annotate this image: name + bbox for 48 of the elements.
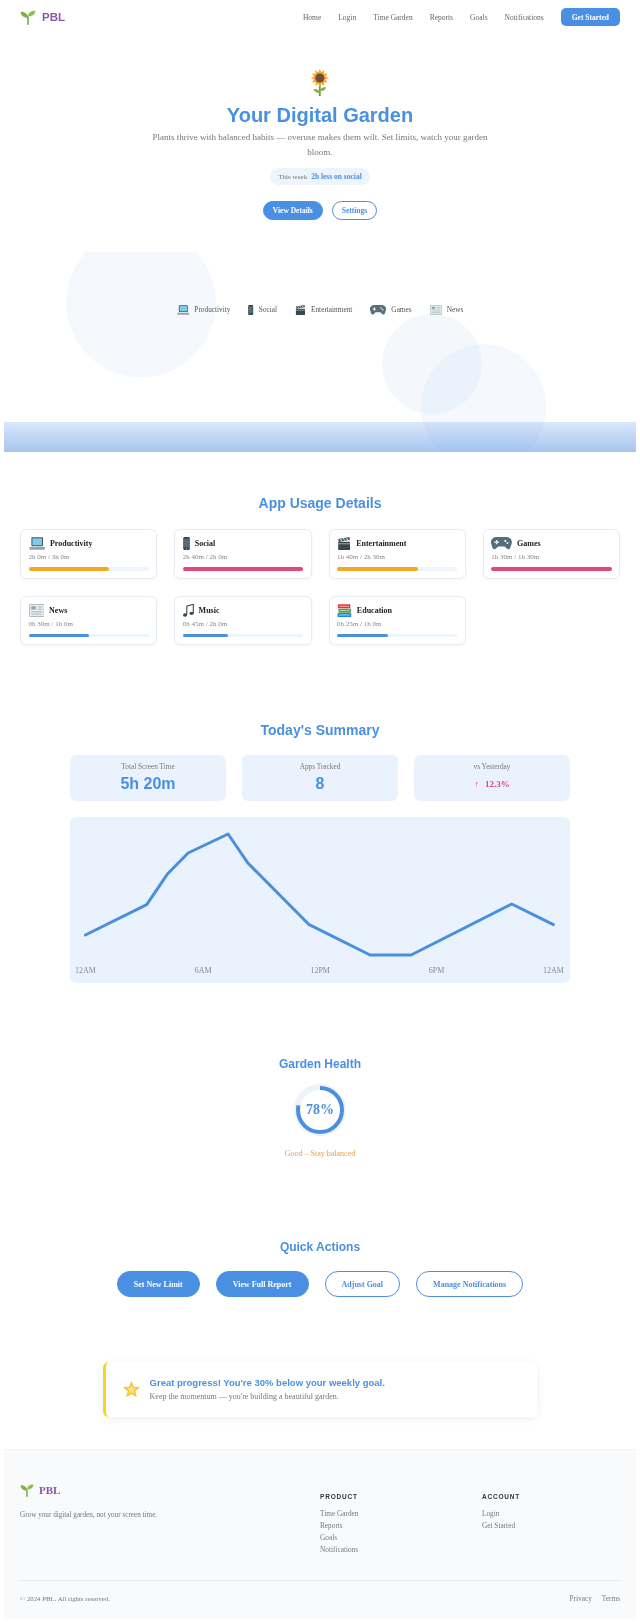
laptop-icon [176,304,190,315]
hero-title: Your Digital Garden [226,102,414,127]
banner-title: Great progress! You're 30% below your weekly goal. [149,1376,385,1389]
hero-subtitle: Plants thrive with balanced habits — overuse makes them wilt. Set limits, watch your garden bloom. [151,131,489,159]
app-name: Games [517,539,541,549]
phone-icon [182,537,190,551]
action-button[interactable]: Set New Limit [116,1271,200,1298]
up-arrow: ↑ [474,779,479,790]
section-title: Today's Summary [260,721,380,739]
axis-label: 6PM [428,966,445,977]
axis-label: 12PM [310,966,330,977]
phone-icon [248,304,254,315]
action-button[interactable]: Manage Notifications [416,1271,524,1298]
stat-value: 5h 20m [120,774,176,795]
stat-change: 12.3% [484,779,510,790]
app-name: Social [194,539,216,549]
action-button[interactable]: Adjust Goal [324,1271,401,1298]
section-title: Garden Health [279,1057,361,1072]
music-note-icon [182,603,194,617]
gamepad-icon [491,537,513,551]
sprout-icon [20,1482,34,1497]
app-name: Productivity [49,539,93,549]
app-name: Music [198,605,220,615]
app-name: Education [356,605,392,615]
axis-label: 12AM [543,966,564,977]
axis-label: 6AM [194,966,212,977]
gamepad-icon [370,304,387,315]
newspaper-icon [429,304,442,315]
axis-label: 12AM [75,966,96,977]
clapperboard-icon [337,537,352,551]
clapperboard-icon [295,304,306,315]
banner-text: Keep the momentum — you're building a beautiful garden. [149,1391,340,1403]
stat-value: 8 [315,774,325,795]
laptop-icon [28,537,45,551]
newspaper-icon [28,603,45,617]
books-icon [337,603,352,617]
section-title: Quick Actions [279,1240,361,1255]
footer-logo-text[interactable]: PBL [39,1483,61,1496]
logo-text[interactable]: PBL [42,11,65,23]
sunflower-icon [309,69,331,96]
section-title: App Usage Details [258,495,382,513]
app-name: Entertainment [356,539,407,549]
sprout-icon [20,9,36,25]
health-status: Good – Stay balanced [284,1149,356,1160]
action-button[interactable]: View Full Report [215,1271,309,1298]
health-percent: 78% [306,1102,334,1119]
app-name: News [49,605,68,615]
star-icon [121,1380,141,1399]
